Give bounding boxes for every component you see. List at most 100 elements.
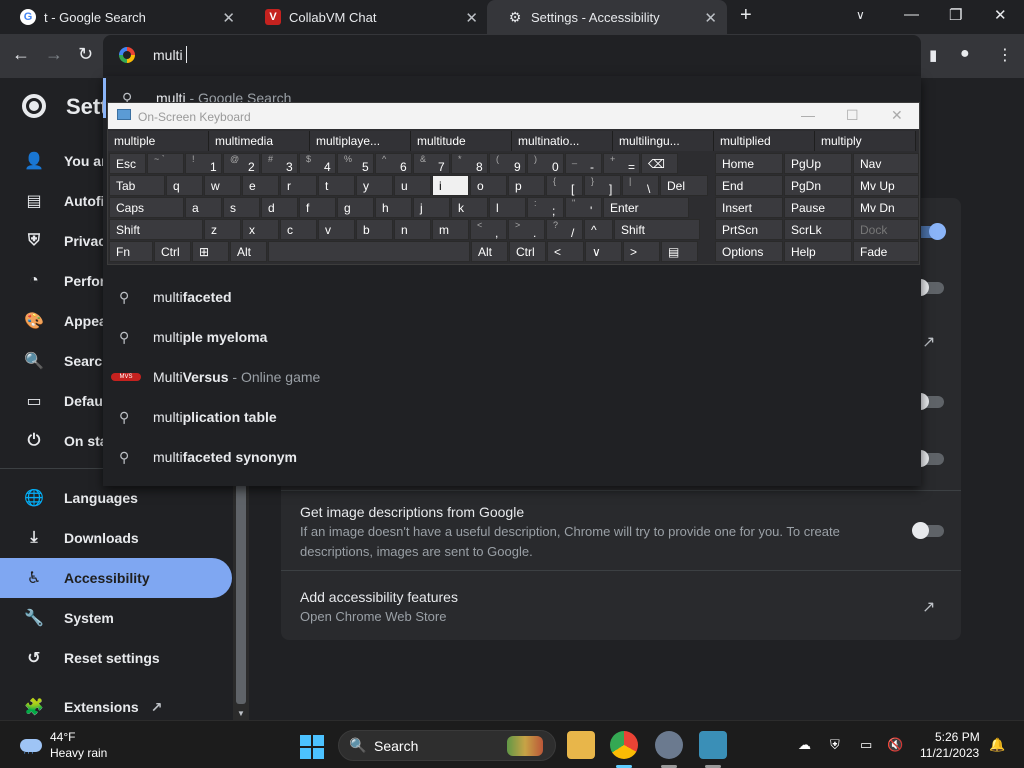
osk-key[interactable]: v — [318, 219, 355, 240]
osk-key[interactable]: Del — [660, 175, 708, 196]
osk-key[interactable]: < — [547, 241, 584, 262]
address-bar[interactable]: multi — [103, 35, 921, 76]
address-bar-input[interactable]: multi — [153, 47, 183, 63]
osk-key[interactable]: + = — [603, 153, 640, 174]
osk-key[interactable]: > — [623, 241, 660, 262]
osk-key[interactable]: ▤ — [661, 241, 698, 262]
suggestion-item[interactable]: ⚲ multiplication table — [103, 397, 921, 437]
forward-button[interactable]: → — [45, 44, 63, 65]
suggestion-item[interactable]: MVS MultiVersus - Online game — [103, 357, 921, 397]
file-explorer-icon[interactable] — [567, 731, 595, 759]
prediction-item[interactable]: multiply — [815, 131, 916, 151]
osk-key[interactable]: b — [356, 219, 393, 240]
osk-key[interactable]: w — [204, 175, 241, 196]
osk-key[interactable]: q — [166, 175, 203, 196]
osk-key[interactable]: " ' — [565, 197, 602, 218]
osk-key[interactable]: d — [261, 197, 298, 218]
osk-key[interactable]: i — [432, 175, 469, 196]
osk-key[interactable]: o — [470, 175, 507, 196]
osk-nav-key[interactable]: Options — [715, 241, 783, 262]
network-icon[interactable]: ▭ — [860, 737, 872, 753]
close-button[interactable]: ✕ — [891, 107, 903, 124]
scroll-down-arrow-icon[interactable]: ▼ — [237, 709, 245, 718]
sidebar-item-reset-settings[interactable]: ↺ Reset settings — [0, 638, 232, 678]
menu-kebab-icon[interactable]: ⋮ — [997, 45, 1013, 65]
close-icon[interactable]: ✕ — [222, 9, 235, 27]
osk-key[interactable]: x — [242, 219, 279, 240]
sidebar-item-extensions[interactable]: 🧩 Extensions ↗ — [0, 695, 232, 719]
minimize-button[interactable]: — — [801, 107, 815, 123]
osk-key[interactable]: | \ — [622, 175, 659, 196]
osk-key[interactable]: u — [394, 175, 431, 196]
volume-muted-icon[interactable]: 🔇 — [887, 737, 903, 753]
osk-key[interactable]: _ - — [565, 153, 602, 174]
osk-nav-key[interactable]: Fade — [853, 241, 919, 262]
osk-nav-key[interactable]: PgUp — [784, 153, 852, 174]
osk-key[interactable]: e — [242, 175, 279, 196]
back-button[interactable]: ← — [12, 44, 30, 65]
osk-key[interactable]: c — [280, 219, 317, 240]
osk-key[interactable]: k — [451, 197, 488, 218]
taskbar-search[interactable]: 🔍 Search — [338, 730, 556, 761]
osk-key[interactable]: j — [413, 197, 450, 218]
osk-key[interactable]: Shift — [109, 219, 203, 240]
prediction-item[interactable]: multiplied — [714, 131, 815, 151]
osk-key[interactable]: Alt — [230, 241, 267, 262]
osk-key[interactable]: l — [489, 197, 526, 218]
osk-nav-key[interactable]: Dock — [853, 219, 919, 240]
prediction-item[interactable]: multiple — [108, 131, 209, 151]
osk-key[interactable]: ? / — [546, 219, 583, 240]
osk-key[interactable]: ! 1 — [185, 153, 222, 174]
osk-key[interactable]: n — [394, 219, 431, 240]
osk-key[interactable]: h — [375, 197, 412, 218]
osk-key[interactable]: ⊞ — [192, 241, 229, 262]
osk-key[interactable]: ~ ` — [147, 153, 184, 174]
osk-key[interactable]: @2 — [223, 153, 260, 174]
tab-search-chevron-icon[interactable]: ∨ — [856, 8, 865, 22]
osk-key[interactable]: ^ — [584, 219, 613, 240]
osk-key[interactable]: % 5 — [337, 153, 374, 174]
osk-key[interactable]: Shift — [614, 219, 700, 240]
osk-nav-key[interactable]: Home — [715, 153, 783, 174]
sidebar-item-downloads[interactable]: ⤓ Downloads — [0, 518, 232, 558]
onedrive-icon[interactable]: ☁ — [798, 737, 811, 753]
minimize-button[interactable]: — — [904, 6, 919, 23]
osk-key[interactable] — [268, 241, 470, 262]
osk-nav-key[interactable]: ScrLk — [784, 219, 852, 240]
osk-key[interactable]: Ctrl — [509, 241, 546, 262]
external-link-icon[interactable]: ↗ — [922, 597, 935, 617]
osk-key[interactable]: m — [432, 219, 469, 240]
tab-collabvm-chat[interactable]: V CollabVM Chat ✕ — [245, 0, 488, 34]
settings-gear-icon[interactable] — [655, 731, 683, 759]
suggestion-item[interactable]: ⚲ multifaceted — [103, 277, 921, 317]
suggestion-item[interactable]: ⚲ multiple myeloma — [103, 317, 921, 357]
osk-nav-key[interactable]: PrtScn — [715, 219, 783, 240]
osk-key[interactable]: ^ 6 — [375, 153, 412, 174]
osk-key[interactable]: ∨ — [585, 241, 622, 262]
prediction-item[interactable]: multinatio... — [512, 131, 613, 151]
osk-key[interactable]: s — [223, 197, 260, 218]
osk-nav-key[interactable]: Mv Up — [853, 175, 919, 196]
osk-key[interactable]: Ctrl — [154, 241, 191, 262]
osk-key[interactable]: g — [337, 197, 374, 218]
osk-key[interactable]: >. — [508, 219, 545, 240]
osk-nav-key[interactable]: Help — [784, 241, 852, 262]
osk-key[interactable]: f — [299, 197, 336, 218]
osk-nav-key[interactable]: Mv Dn — [853, 197, 919, 218]
reload-button[interactable]: ↻ — [78, 44, 93, 65]
osk-key[interactable]: <, — [470, 219, 507, 240]
tab-google-search[interactable]: G t - Google Search ✕ — [0, 0, 245, 34]
profile-icon[interactable]: ● — [960, 45, 970, 63]
osk-key[interactable]: * 8 — [451, 153, 488, 174]
osk-title-bar[interactable]: On-Screen Keyboard — ☐ ✕ — [108, 103, 919, 129]
osk-key[interactable]: Esc — [109, 153, 146, 174]
osk-nav-key[interactable]: Pause — [784, 197, 852, 218]
suggestion-item[interactable]: ⚲ multifaceted synonym — [103, 437, 921, 477]
side-panel-icon[interactable]: ▮ — [929, 46, 937, 64]
external-link-icon[interactable]: ↗ — [922, 332, 935, 352]
osk-key[interactable]: {[ — [546, 175, 583, 196]
prediction-item[interactable]: multilingu... — [613, 131, 714, 151]
notification-bell-icon[interactable]: 🔔 — [989, 737, 1005, 753]
prediction-item[interactable]: multiplaye... — [310, 131, 411, 151]
osk-key[interactable]: t — [318, 175, 355, 196]
